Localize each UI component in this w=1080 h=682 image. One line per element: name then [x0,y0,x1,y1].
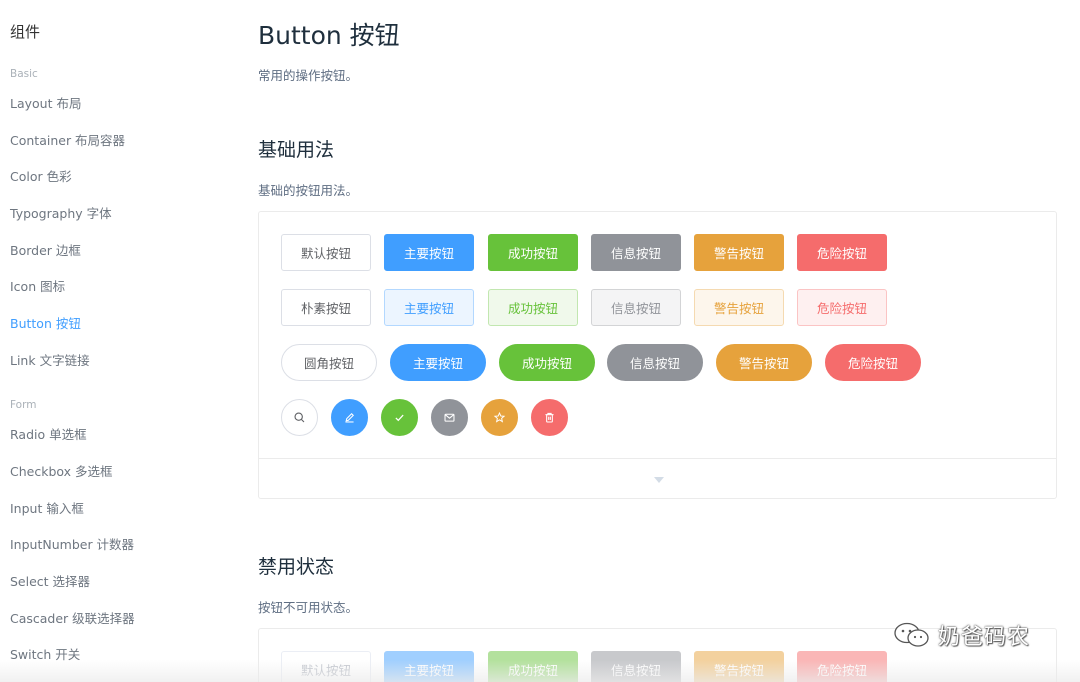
disabled-danger-button: 危险按钮 [797,651,887,682]
sidebar-item-select[interactable]: Select 选择器 [10,574,90,590]
disabled-info-button: 信息按钮 [591,651,681,682]
sidebar-item-switch[interactable]: Switch 开关 [10,647,80,663]
round-warning-button[interactable]: 警告按钮 [716,344,812,381]
disabled-primary-button: 主要按钮 [384,651,474,682]
plain-info-button[interactable]: 信息按钮 [591,289,681,326]
sidebar-item-typography[interactable]: Typography 字体 [10,206,112,222]
plain-primary-button[interactable]: 主要按钮 [384,289,474,326]
check-icon [395,414,404,422]
sidebar-item-button[interactable]: Button 按钮 [10,316,81,332]
edit-icon [345,413,354,423]
demo-block-basic: 默认按钮 主要按钮 成功按钮 信息按钮 警告按钮 危险按钮 朴素按钮 主要按钮 … [258,211,1057,499]
warning-button[interactable]: 警告按钮 [694,234,784,271]
page: 组件 Basic Layout 布局 Container 布局容器 Color … [0,0,1080,682]
round-primary-button[interactable]: 主要按钮 [390,344,486,381]
sidebar-item-icon[interactable]: Icon 图标 [10,279,65,295]
plain-default-button[interactable]: 朴素按钮 [281,289,371,326]
sidebar-title: 组件 [10,23,41,41]
section-heading-disabled: 禁用状态 [258,556,335,578]
round-default-button[interactable]: 圆角按钮 [281,344,377,381]
plain-danger-button[interactable]: 危险按钮 [797,289,887,326]
message-icon [444,413,455,422]
round-danger-button[interactable]: 危险按钮 [825,344,921,381]
sidebar: 组件 Basic Layout 布局 Container 布局容器 Color … [0,0,230,682]
sidebar-item-color[interactable]: Color 色彩 [10,169,72,185]
sidebar-group-form: Form [10,399,37,411]
primary-button[interactable]: 主要按钮 [384,234,474,271]
star-icon [493,411,506,423]
disabled-warning-button: 警告按钮 [694,651,784,682]
circle-star-button[interactable] [481,399,518,436]
page-description: 常用的操作按钮。 [258,68,359,83]
sidebar-item-link[interactable]: Link 文字链接 [10,353,90,369]
round-info-button[interactable]: 信息按钮 [607,344,703,381]
section-heading-basic: 基础用法 [258,139,335,161]
sidebar-item-input[interactable]: Input 输入框 [10,501,84,517]
section-description-disabled: 按钮不可用状态。 [258,600,359,615]
circle-search-button[interactable] [281,399,318,436]
success-button[interactable]: 成功按钮 [488,234,578,271]
circle-message-button[interactable] [431,399,468,436]
page-title: Button 按钮 [258,21,400,50]
circle-edit-button[interactable] [331,399,368,436]
demo-block-footer[interactable] [259,458,1056,499]
circle-delete-button[interactable] [531,399,568,436]
sidebar-item-inputnumber[interactable]: InputNumber 计数器 [10,537,134,553]
plain-warning-button[interactable]: 警告按钮 [694,289,784,326]
circle-check-button[interactable] [381,399,418,436]
sidebar-item-cascader[interactable]: Cascader 级联选择器 [10,611,135,627]
watermark-text: 奶爸码农 [938,625,1031,650]
disabled-default-button: 默认按钮 [281,651,371,682]
sidebar-item-container[interactable]: Container 布局容器 [10,133,125,149]
watermark: 奶爸码农 [892,618,1030,652]
caret-down-icon[interactable] [654,477,664,483]
sidebar-group-basic: Basic [10,68,38,80]
danger-button[interactable]: 危险按钮 [797,234,887,271]
sidebar-item-checkbox[interactable]: Checkbox 多选框 [10,464,113,480]
info-button[interactable]: 信息按钮 [591,234,681,271]
plain-success-button[interactable]: 成功按钮 [488,289,578,326]
sidebar-item-layout[interactable]: Layout 布局 [10,96,81,112]
section-description-basic: 基础的按钮用法。 [258,183,359,198]
wechat-icon [894,622,929,647]
sidebar-item-border[interactable]: Border 边框 [10,243,81,259]
disabled-success-button: 成功按钮 [488,651,578,682]
round-success-button[interactable]: 成功按钮 [499,344,595,381]
default-button[interactable]: 默认按钮 [281,234,371,271]
search-icon [294,412,305,423]
sidebar-item-radio[interactable]: Radio 单选框 [10,427,87,443]
delete-icon [545,412,554,423]
